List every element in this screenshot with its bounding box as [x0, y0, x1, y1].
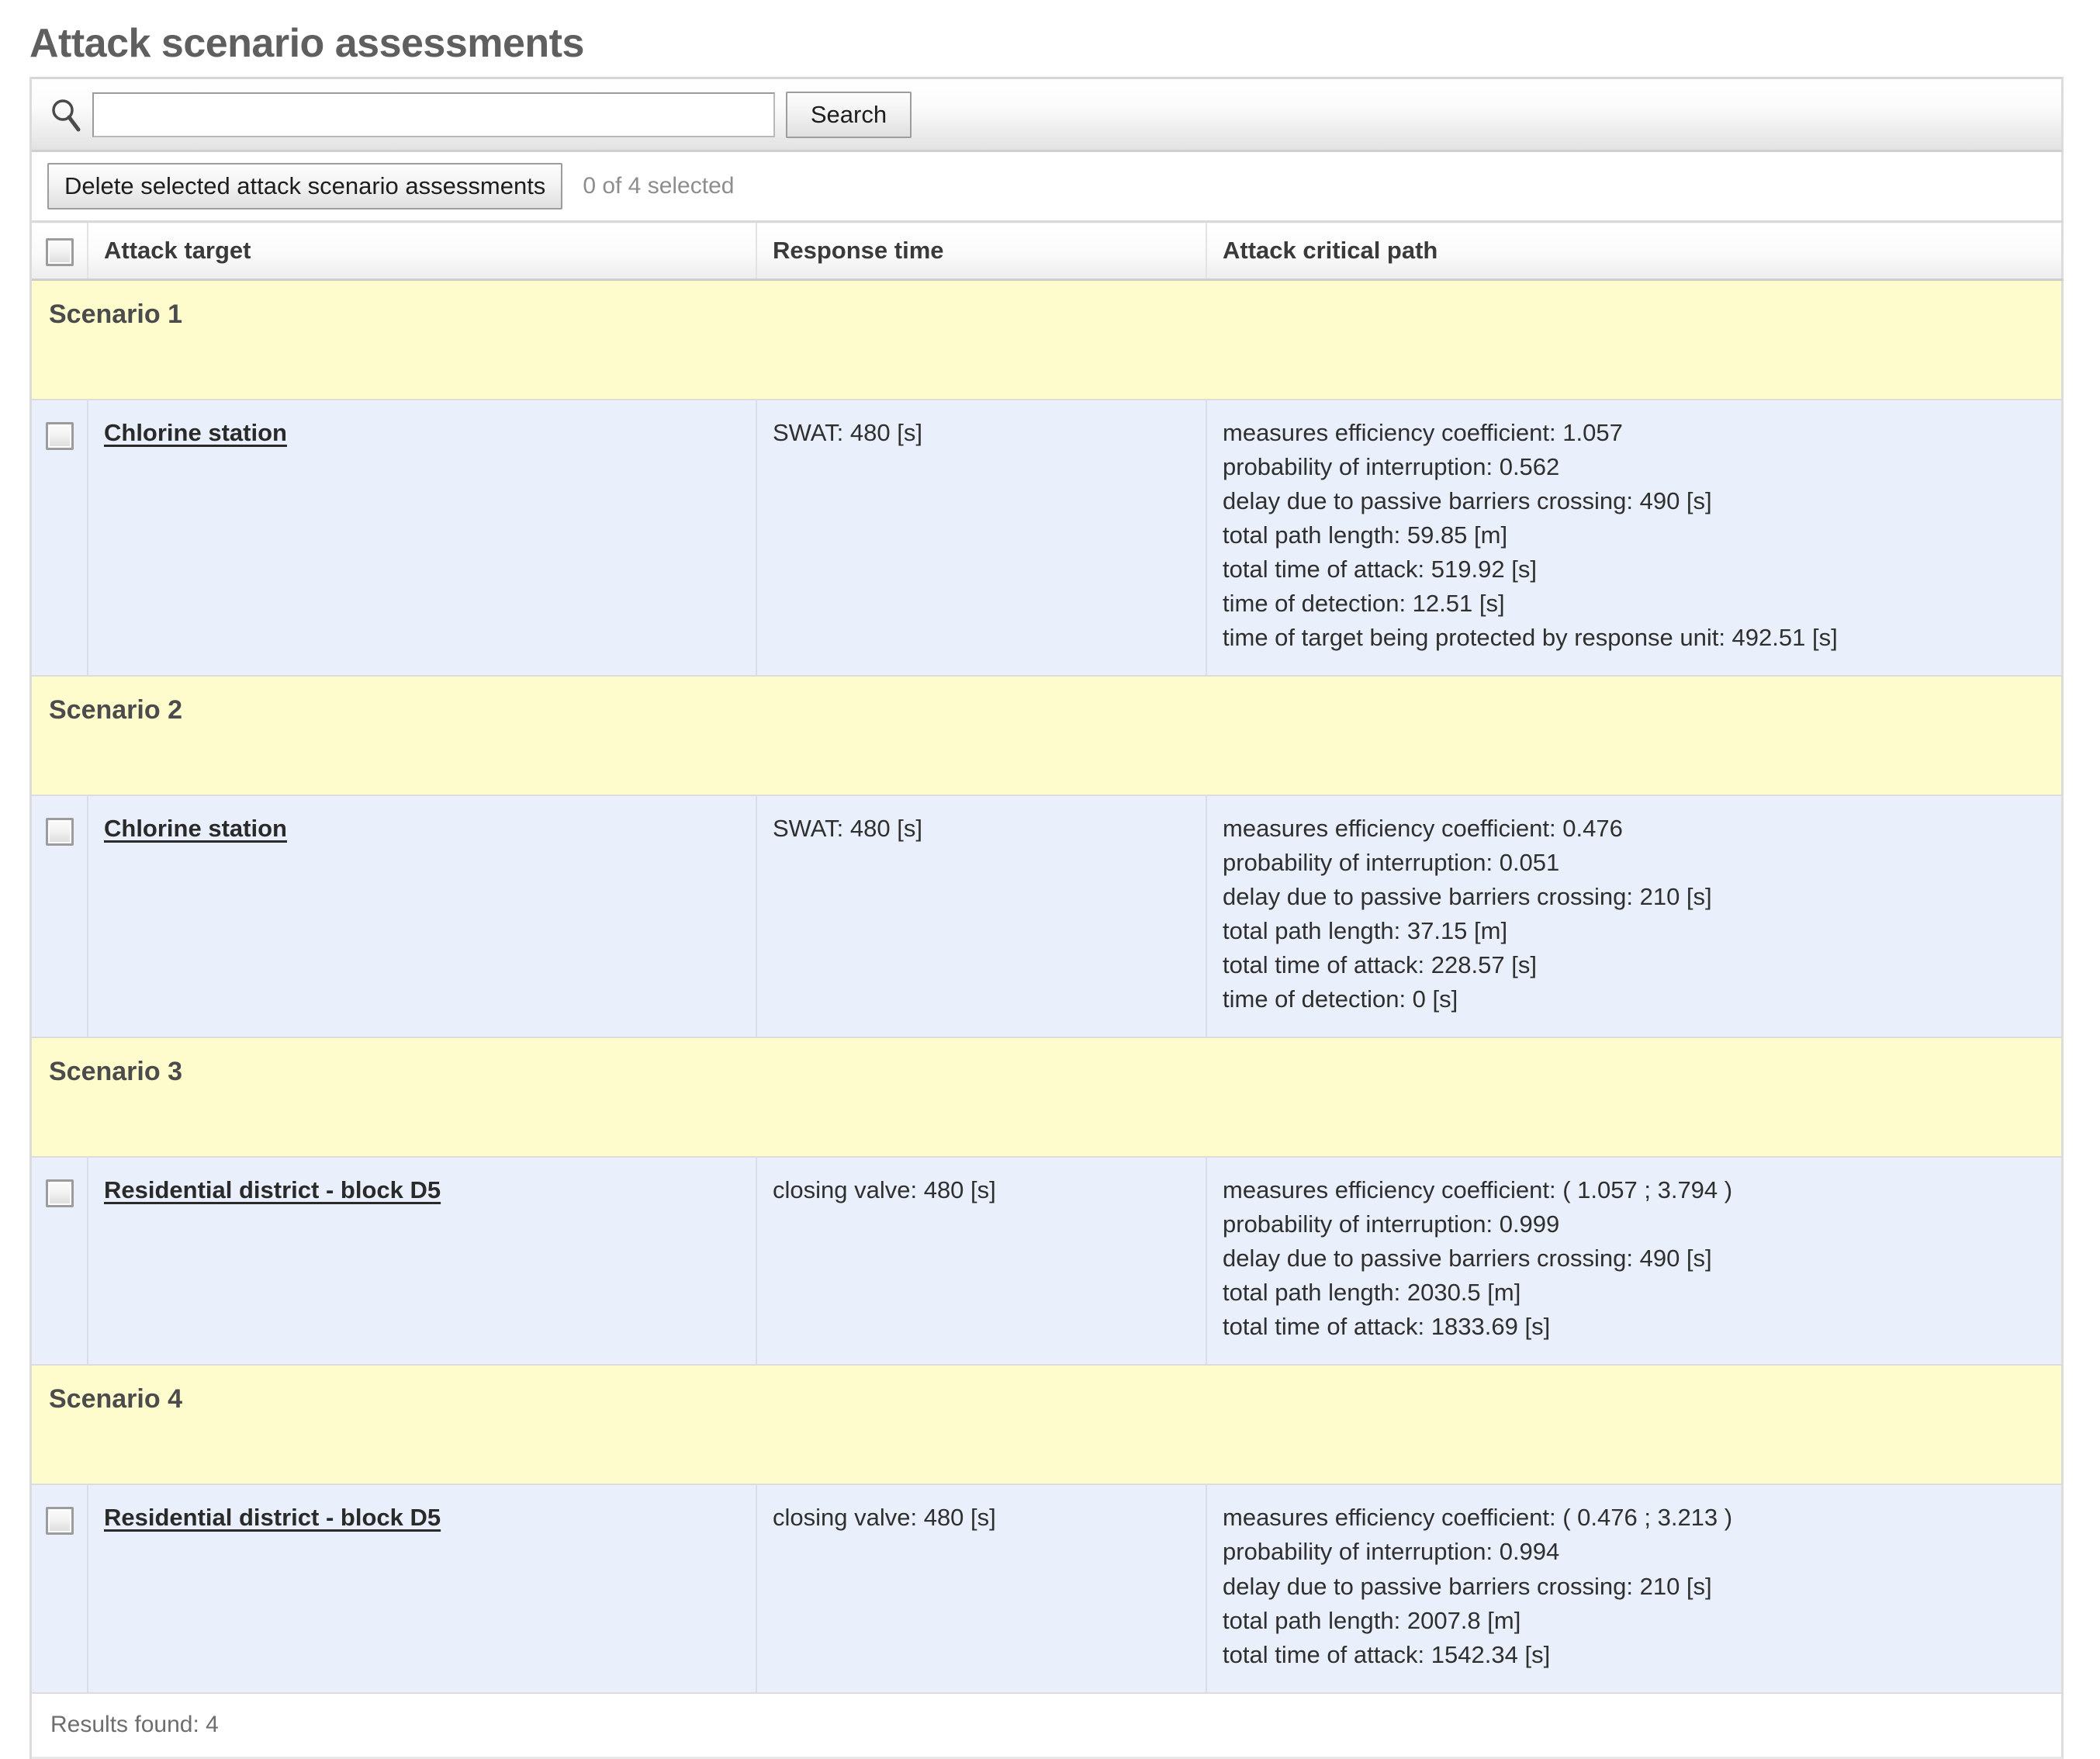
content-frame: Search Delete selected attack scenario a… [29, 77, 2064, 1758]
column-header-response-time[interactable]: Response time [756, 222, 1206, 280]
critical-path-line: total path length: 2007.8 [m] [1223, 1604, 2061, 1638]
search-button[interactable]: Search [786, 92, 912, 138]
critical-path-line: probability of interruption: 0.999 [1223, 1207, 2061, 1241]
critical-path-line: measures efficiency coefficient: ( 0.476… [1223, 1501, 2061, 1535]
row-checkbox[interactable] [46, 1179, 74, 1207]
row-select-cell [32, 1157, 88, 1365]
action-toolbar: Delete selected attack scenario assessme… [32, 152, 2064, 220]
selection-status: 0 of 4 selected [583, 173, 734, 199]
group-label: Scenario 1 [32, 280, 2063, 400]
row-checkbox[interactable] [46, 422, 74, 450]
attack-target-link[interactable]: Chlorine station [104, 812, 287, 846]
attack-target-link[interactable]: Residential district - block D5 [104, 1173, 441, 1207]
cell-response-time: SWAT: 480 [s] [756, 795, 1206, 1037]
attack-target-link[interactable]: Chlorine station [104, 416, 287, 450]
cell-response-time: SWAT: 480 [s] [756, 400, 1206, 676]
search-input[interactable] [92, 92, 775, 137]
group-row: Scenario 1 [32, 280, 2063, 400]
results-table: Attack target Response time Attack criti… [32, 220, 2064, 1693]
critical-path-line: probability of interruption: 0.994 [1223, 1535, 2061, 1569]
critical-path-line: total time of attack: 1542.34 [s] [1223, 1638, 2061, 1672]
group-label: Scenario 2 [32, 676, 2063, 795]
critical-path-line: total time of attack: 228.57 [s] [1223, 948, 2061, 982]
cell-attack-critical-path: measures efficiency coefficient: ( 0.476… [1206, 1484, 2063, 1692]
critical-path-line: probability of interruption: 0.051 [1223, 846, 2061, 880]
column-header-attack-target[interactable]: Attack target [88, 222, 756, 280]
critical-path-line: time of detection: 12.51 [s] [1223, 587, 2061, 621]
critical-path-line: total time of attack: 519.92 [s] [1223, 552, 2061, 587]
table-header-row: Attack target Response time Attack criti… [32, 222, 2063, 280]
critical-path-line: delay due to passive barriers crossing: … [1223, 1570, 2061, 1604]
table-row[interactable]: Chlorine station SWAT: 480 [s] measures … [32, 795, 2063, 1037]
delete-selected-button[interactable]: Delete selected attack scenario assessme… [47, 163, 562, 209]
critical-path-line: total path length: 2030.5 [m] [1223, 1276, 2061, 1310]
group-row: Scenario 2 [32, 676, 2063, 795]
cell-attack-critical-path: measures efficiency coefficient: ( 1.057… [1206, 1157, 2063, 1365]
critical-path-line: delay due to passive barriers crossing: … [1223, 484, 2061, 518]
critical-path-line: time of detection: 0 [s] [1223, 982, 2061, 1016]
critical-path-line: time of target being protected by respon… [1223, 621, 2061, 655]
column-header-attack-critical-path[interactable]: Attack critical path [1206, 222, 2063, 280]
page-root: Attack scenario assessments Search Delet… [0, 0, 2100, 1720]
critical-path-line: delay due to passive barriers crossing: … [1223, 880, 2061, 914]
cell-attack-critical-path: measures efficiency coefficient: 1.057 p… [1206, 400, 2063, 676]
select-all-header [32, 222, 88, 280]
cell-attack-critical-path: measures efficiency coefficient: 0.476 p… [1206, 795, 2063, 1037]
row-checkbox[interactable] [46, 818, 74, 846]
group-label: Scenario 4 [32, 1365, 2063, 1484]
critical-path-line: probability of interruption: 0.562 [1223, 450, 2061, 484]
search-toolbar: Search [32, 77, 2064, 152]
group-row: Scenario 3 [32, 1037, 2063, 1157]
table-row[interactable]: Residential district - block D5 closing … [32, 1484, 2063, 1692]
row-checkbox[interactable] [46, 1507, 74, 1535]
cell-attack-target: Chlorine station [88, 795, 756, 1037]
group-label: Scenario 3 [32, 1037, 2063, 1157]
attack-target-link[interactable]: Residential district - block D5 [104, 1501, 441, 1535]
critical-path-line: measures efficiency coefficient: 1.057 [1223, 416, 2061, 450]
critical-path-line: total path length: 37.15 [m] [1223, 914, 2061, 948]
cell-attack-target: Residential district - block D5 [88, 1484, 756, 1692]
critical-path-line: delay due to passive barriers crossing: … [1223, 1241, 2061, 1276]
cell-response-time: closing valve: 480 [s] [756, 1484, 1206, 1692]
cell-attack-target: Chlorine station [88, 400, 756, 676]
table-row[interactable]: Residential district - block D5 closing … [32, 1157, 2063, 1365]
critical-path-line: measures efficiency coefficient: ( 1.057… [1223, 1173, 2061, 1207]
critical-path-line: total path length: 59.85 [m] [1223, 518, 2061, 552]
row-select-cell [32, 795, 88, 1037]
critical-path-line: total time of attack: 1833.69 [s] [1223, 1310, 2061, 1344]
table-body: Scenario 1 Chlorine station SWAT: 480 [s… [32, 280, 2063, 1693]
cell-response-time: closing valve: 480 [s] [756, 1157, 1206, 1365]
row-select-cell [32, 1484, 88, 1692]
group-row: Scenario 4 [32, 1365, 2063, 1484]
select-all-checkbox[interactable] [46, 238, 74, 266]
cell-attack-target: Residential district - block D5 [88, 1157, 756, 1365]
critical-path-line: measures efficiency coefficient: 0.476 [1223, 812, 2061, 846]
page-title: Attack scenario assessments [0, 0, 2100, 77]
search-icon [47, 94, 85, 136]
table-row[interactable]: Chlorine station SWAT: 480 [s] measures … [32, 400, 2063, 676]
table-header: Attack target Response time Attack criti… [32, 222, 2063, 280]
row-select-cell [32, 400, 88, 676]
results-footer: Results found: 4 [32, 1694, 2064, 1759]
results-found-label: Results found: 4 [50, 1712, 219, 1738]
